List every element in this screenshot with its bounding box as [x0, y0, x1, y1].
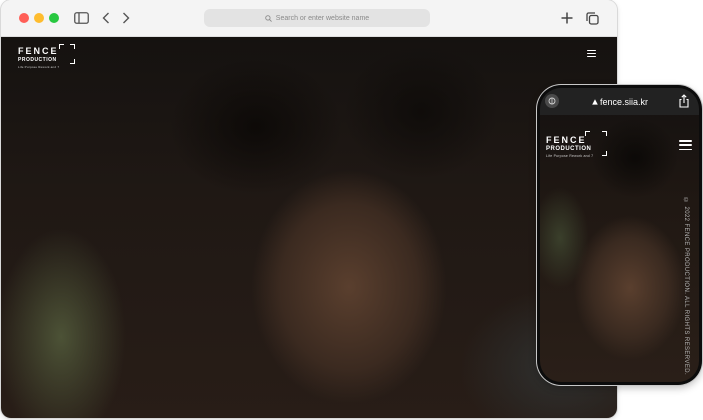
address-placeholder: Search or enter website name	[275, 14, 370, 22]
mobile-logo-production-text: PRODUCTION	[546, 146, 592, 152]
hamburger-menu-icon[interactable]	[587, 50, 596, 57]
mobile-site-logo[interactable]: FENCE PRODUCTION Life Purpose Rework and…	[546, 131, 607, 158]
logo-production-text: PRODUCTION	[18, 57, 57, 63]
browser-toolbar: Search or enter website name	[1, 0, 617, 37]
mobile-logo-bracket-bottom-right	[602, 151, 607, 156]
close-window-button[interactable]	[19, 13, 29, 23]
secure-triangle-icon	[592, 98, 598, 105]
maximize-window-button[interactable]	[49, 13, 59, 23]
logo-bracket-top-right	[70, 44, 75, 49]
address-bar[interactable]: Search or enter website name	[204, 9, 430, 27]
desktop-browser-window: Search or enter website name FENCE PRODU…	[1, 0, 617, 418]
minimize-window-button[interactable]	[34, 13, 44, 23]
mobile-url-field[interactable]: fence.siia.kr	[580, 95, 660, 108]
mobile-url-text: fence.siia.kr	[599, 96, 649, 107]
logo-bracket-bottom-right	[70, 59, 75, 64]
mobile-hero-portrait-image	[540, 88, 699, 382]
mobile-hamburger-menu-icon[interactable]	[679, 140, 692, 150]
site-logo[interactable]: FENCE PRODUCTION Life Purpose Rework and…	[18, 44, 75, 69]
search-icon	[265, 14, 272, 22]
share-icon[interactable]	[678, 94, 690, 108]
mobile-reader-icon[interactable]	[545, 94, 559, 108]
mobile-logo-tagline-text: Life Purpose Rework and 7	[546, 154, 594, 158]
website-viewport: FENCE PRODUCTION Life Purpose Rework and…	[1, 37, 617, 418]
tab-overview-icon[interactable]	[583, 9, 601, 27]
sidebar-toggle-icon[interactable]	[72, 9, 90, 27]
mobile-screen: fence.siia.kr FENCE PRODUCTION Life Purp…	[540, 88, 699, 382]
mobile-phone-mockup: fence.siia.kr FENCE PRODUCTION Life Purp…	[537, 85, 702, 385]
logo-tagline-text: Life Purpose Rework and 7	[18, 65, 60, 69]
logo-bracket-top-left	[59, 44, 64, 49]
mobile-logo-bracket-top-left	[585, 131, 590, 136]
hero-portrait-image	[1, 37, 617, 418]
copyright-text: © 2022 FENCE PRODUCTION. ALL RIGHTS RESE…	[683, 198, 689, 376]
mobile-logo-fence-text: FENCE	[546, 135, 587, 145]
mobile-logo-bracket-top-right	[602, 131, 607, 136]
mobile-browser-bar: fence.siia.kr	[540, 88, 699, 115]
logo-fence-text: FENCE	[18, 46, 59, 56]
forward-arrow-icon[interactable]	[117, 9, 135, 27]
back-arrow-icon[interactable]	[97, 9, 115, 27]
new-tab-plus-icon[interactable]	[558, 9, 576, 27]
